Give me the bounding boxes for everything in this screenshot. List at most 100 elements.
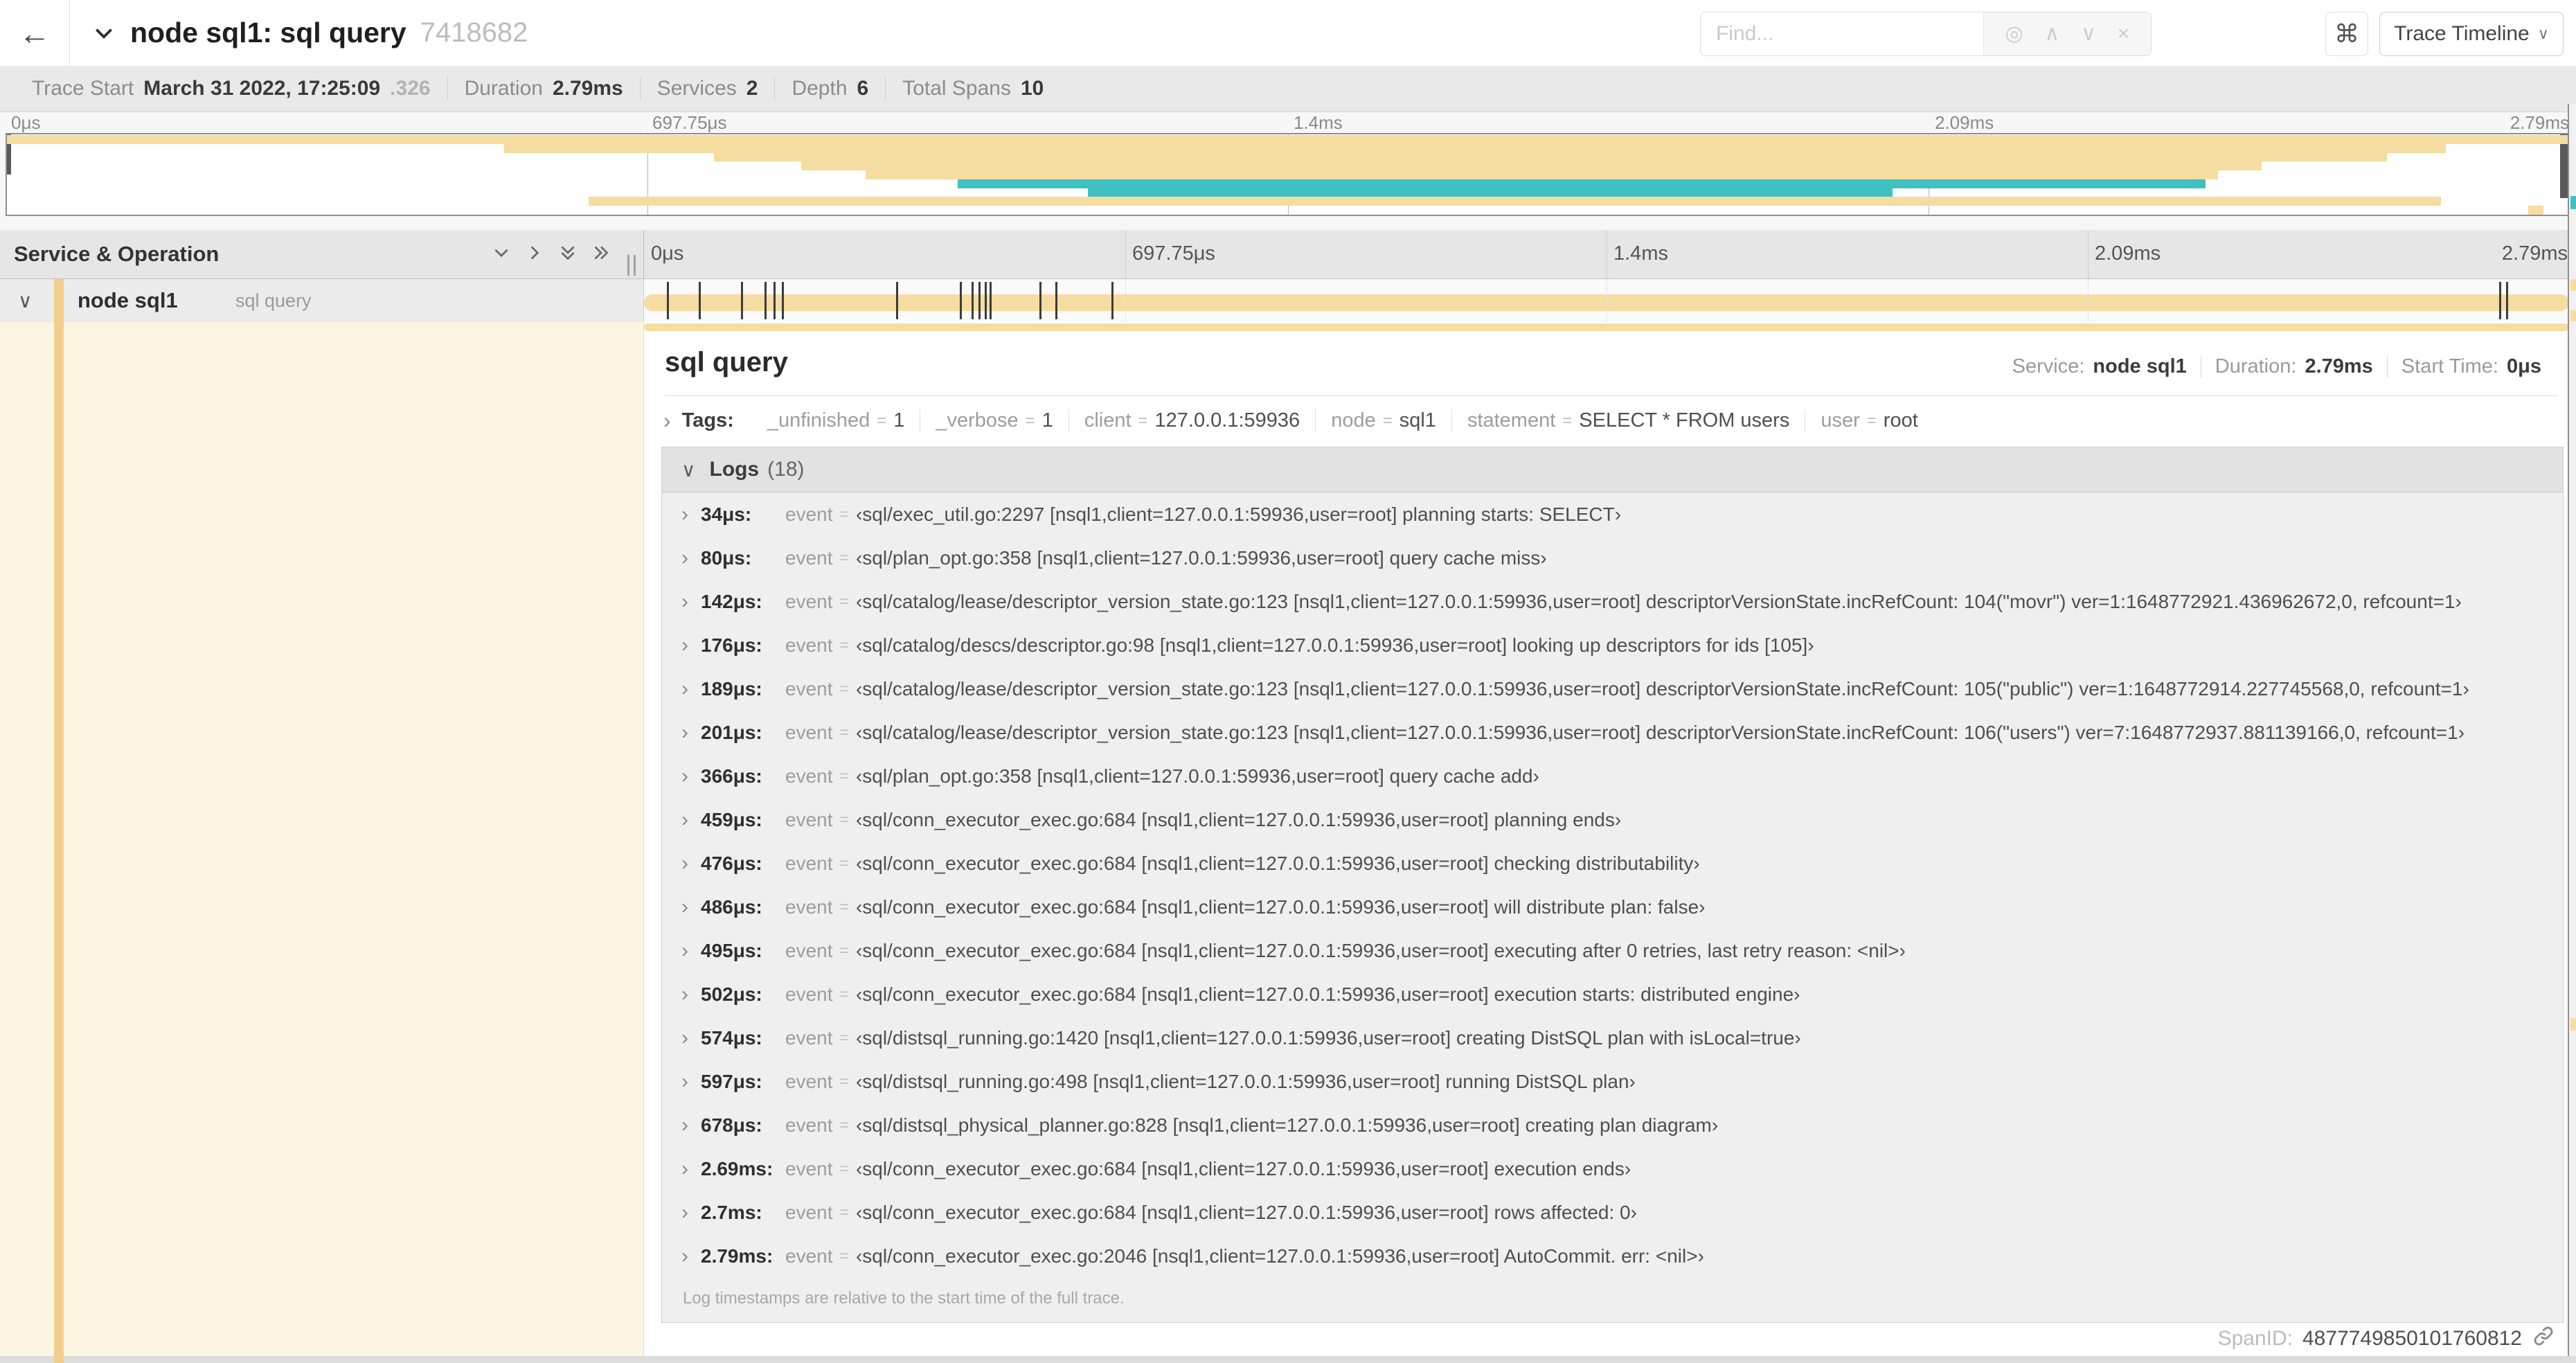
scrollbar-strip[interactable] <box>2568 104 2576 1363</box>
expand-one-icon[interactable] <box>524 242 545 267</box>
log-row[interactable]: › 176μs: event = ‹sql/catalog/descs/descript… <box>662 623 2563 667</box>
log-timestamp: 678μs: <box>701 1114 762 1136</box>
summary-item-label: Services <box>656 77 737 100</box>
minimap-span-bar <box>2528 205 2543 215</box>
log-event-tick <box>2506 282 2509 319</box>
equals-sign: = <box>1382 411 1393 430</box>
minimap-span-bar <box>714 152 2388 162</box>
log-row[interactable]: › 486μs: event = ‹sql/conn_executor_exec.go:… <box>662 885 2563 929</box>
deep-link-icon[interactable] <box>2532 1324 2555 1353</box>
log-row[interactable]: › 142μs: event = ‹sql/catalog/lease/descript… <box>662 580 2563 623</box>
summary-item: Services 2 <box>639 77 775 100</box>
equals-sign: = <box>839 1116 849 1134</box>
span-id-label: SpanID: <box>2217 1327 2293 1350</box>
chevron-right-icon: › <box>681 1200 688 1224</box>
log-field-value: ‹sql/conn_executor_exec.go:684 [nsql1,cl… <box>855 1157 1631 1179</box>
command-icon: ⌘ <box>2334 19 2359 48</box>
log-row[interactable]: › 34μs: event = ‹sql/exec_util.go:2297 [nsql… <box>662 492 2563 536</box>
chevron-right-icon: › <box>681 1157 688 1180</box>
timeline-gridline <box>1125 230 1126 278</box>
log-field-key: event <box>785 1070 833 1092</box>
log-timestamp: 189μs: <box>701 677 762 700</box>
log-field-key: event <box>785 852 833 874</box>
view-selector-button[interactable]: Trace Timeline ∨ <box>2379 12 2564 56</box>
prev-match-icon[interactable]: ∧ <box>2045 24 2060 44</box>
detail-meta-value: 0μs <box>2507 355 2541 377</box>
locate-icon[interactable]: ◎ <box>2005 24 2023 44</box>
collapse-trace-chevron-icon[interactable] <box>91 21 116 46</box>
log-row[interactable]: › 459μs: event = ‹sql/conn_executor_exec.go:… <box>662 798 2563 841</box>
log-row[interactable]: › 201μs: event = ‹sql/catalog/lease/descript… <box>662 711 2563 754</box>
span-row-timeline[interactable] <box>644 279 2569 322</box>
timeline-tick-label: 697.75μs <box>1132 242 1215 265</box>
expand-all-icon[interactable] <box>591 242 611 267</box>
clear-icon[interactable]: × <box>2118 24 2130 44</box>
span-collapse-chevron-icon[interactable]: ∨ <box>18 279 33 322</box>
equals-sign: = <box>877 411 887 430</box>
tag-key: user <box>1821 409 1860 431</box>
span-row-name-cell[interactable]: ∨ node sql1 sql query <box>0 279 644 322</box>
service-operation-header: Service & Operation <box>0 230 644 278</box>
log-row[interactable]: › 80μs: event = ‹sql/plan_opt.go:358 [nsql1,… <box>662 536 2563 580</box>
minimap-span-bar <box>801 161 2262 171</box>
find-tools: ◎ ∧ ∨ × <box>1983 12 2151 55</box>
scroll-marker-tan <box>2570 310 2576 321</box>
tags-accordion[interactable]: › Tags: _unfinished = 1 _verbose = 1 client = 12… <box>663 408 1933 434</box>
trace-title: node sql1: sql query <box>130 17 406 48</box>
next-match-icon[interactable]: ∨ <box>2081 24 2096 44</box>
detail-meta-item: Duration: 2.79ms <box>2200 355 2387 378</box>
find-input[interactable] <box>1701 12 1983 55</box>
minimap-ruler: 0μs 697.75μs 1.4ms 2.09ms 2.79ms <box>6 112 2570 133</box>
log-row[interactable]: › 502μs: event = ‹sql/conn_executor_exec.go:… <box>662 972 2563 1016</box>
log-row[interactable]: › 574μs: event = ‹sql/distsql_running.go:142… <box>662 1016 2563 1060</box>
log-field-key: event <box>785 1157 833 1179</box>
chevron-down-icon: ∨ <box>681 458 696 481</box>
chevron-right-icon: › <box>681 1113 688 1137</box>
log-row[interactable]: › 2.79ms: event = ‹sql/conn_executor_exec.go… <box>662 1234 2563 1278</box>
log-timestamp: 366μs: <box>701 765 762 787</box>
chevron-right-icon: › <box>681 1069 688 1093</box>
summary-item-value: March 31 2022, 17:25:09 <box>143 77 381 100</box>
detail-meta-label: Start Time: <box>2401 355 2498 377</box>
collapse-one-icon[interactable] <box>491 242 512 267</box>
window-bottom-edge <box>0 1356 2576 1363</box>
timeline-tick-label: 1.4ms <box>1294 112 1343 133</box>
log-row[interactable]: › 189μs: event = ‹sql/catalog/lease/descript… <box>662 667 2563 711</box>
log-row[interactable]: › 597μs: event = ‹sql/distsql_running.go:498… <box>662 1060 2563 1103</box>
span-row: ∨ node sql1 sql query <box>0 279 2576 322</box>
keyboard-shortcuts-button[interactable]: ⌘ <box>2325 12 2368 56</box>
log-timestamp: 459μs: <box>701 808 762 830</box>
log-row[interactable]: › 476μs: event = ‹sql/conn_executor_exec.go:… <box>662 841 2563 885</box>
trace-id: 7418682 <box>420 17 528 48</box>
log-field-key: event <box>785 546 833 569</box>
log-row[interactable]: › 2.69ms: event = ‹sql/conn_executor_exec.go… <box>662 1147 2563 1191</box>
log-timestamp: 502μs: <box>701 983 762 1005</box>
log-timestamp: 476μs: <box>701 852 762 874</box>
timeline-tick-label: 2.09ms <box>1935 112 1994 133</box>
column-resize-handle[interactable] <box>627 255 643 276</box>
log-field-key: event <box>785 765 833 787</box>
log-timestamp: 80μs: <box>701 546 752 569</box>
span-id-value: 4877749850101760812 <box>2302 1327 2522 1350</box>
log-event-tick <box>666 282 669 319</box>
log-row[interactable]: › 366μs: event = ‹sql/plan_opt.go:358 [nsql1… <box>662 754 2563 798</box>
log-row[interactable]: › 495μs: event = ‹sql/conn_executor_exec.go:… <box>662 929 2563 972</box>
log-row[interactable]: › 678μs: event = ‹sql/distsql_physical_plann… <box>662 1103 2563 1147</box>
tag-value: sql1 <box>1399 409 1436 431</box>
log-event-tick <box>764 282 767 319</box>
tag-key: client <box>1084 409 1132 431</box>
log-field-key: event <box>785 721 833 743</box>
log-event-tick <box>2499 282 2502 319</box>
minimap-span-bar <box>1088 188 1893 197</box>
logs-accordion-header[interactable]: ∨ Logs (18) <box>662 447 2563 492</box>
log-field-value: ‹sql/distsql_running.go:1420 [nsql1,clie… <box>855 1026 1801 1049</box>
back-button[interactable]: ← <box>0 0 70 66</box>
chevron-right-icon: › <box>681 808 688 831</box>
log-row[interactable]: › 2.7ms: event = ‹sql/conn_executor_exec.go:… <box>662 1191 2563 1234</box>
minimap-canvas[interactable] <box>6 133 2570 216</box>
collapse-all-icon[interactable] <box>557 242 578 267</box>
chevron-right-icon: › <box>663 408 671 433</box>
log-event-tick <box>1039 282 1041 319</box>
detail-meta-label: Duration: <box>2215 355 2297 377</box>
equals-sign: = <box>1562 411 1573 430</box>
